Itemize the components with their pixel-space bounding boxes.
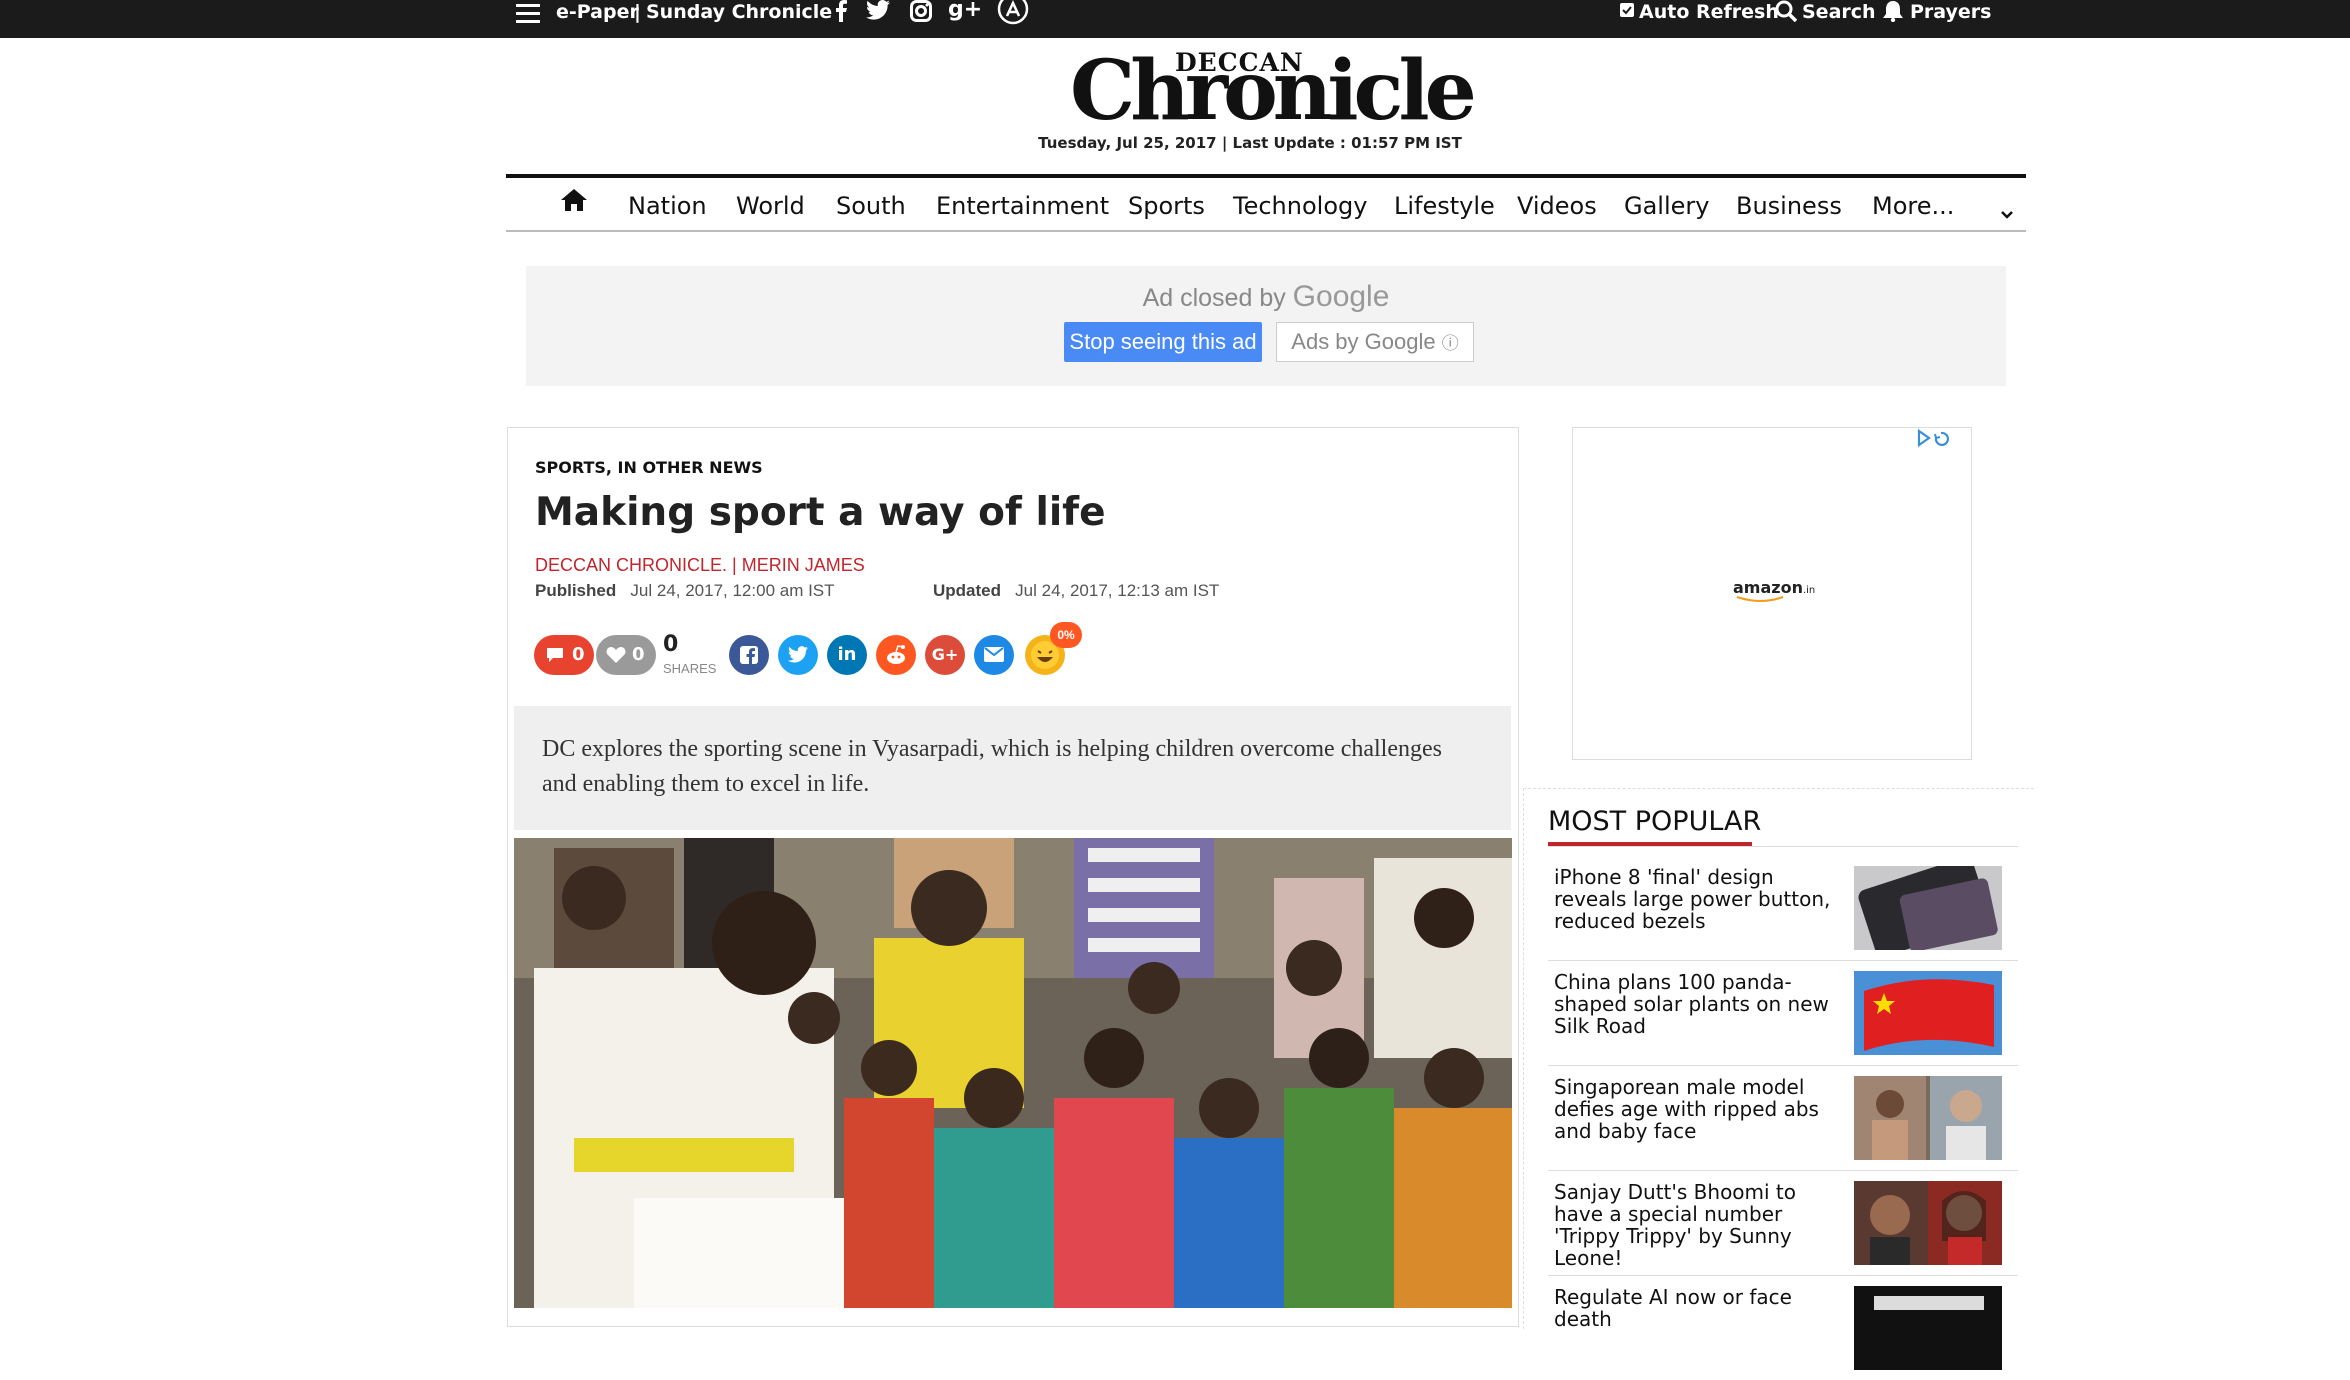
epaper-link[interactable]: e-Paper	[556, 0, 639, 24]
article-photo	[514, 838, 1512, 1308]
article-title: Making sport a way of life	[535, 490, 1106, 535]
facebook-icon	[740, 646, 758, 664]
updated-date: Updated Jul 24, 2017, 12:13 am IST	[933, 581, 1219, 601]
email-icon	[984, 647, 1004, 662]
popular-item-title[interactable]: iPhone 8 'final' design reveals large po…	[1554, 866, 1844, 932]
amazon-logo: amazon.in	[1733, 578, 1816, 602]
facebook-icon[interactable]	[834, 0, 848, 24]
nav-technology[interactable]: Technology	[1233, 192, 1367, 220]
nav-gallery[interactable]: Gallery	[1624, 192, 1709, 220]
popular-item-title[interactable]: Sanjay Dutt's Bhoomi to have a special n…	[1554, 1181, 1844, 1269]
popular-item-title[interactable]: Regulate AI now or face death	[1554, 1286, 1844, 1330]
popular-item-title[interactable]: Singaporean male model defies age with r…	[1554, 1076, 1844, 1142]
published-date: Published Jul 24, 2017, 12:00 am IST	[535, 581, 835, 601]
nav-lifestyle[interactable]: Lifestyle	[1394, 192, 1495, 220]
nav-south[interactable]: South	[836, 192, 906, 220]
popular-item[interactable]: China plans 100 panda-shaped solar plant…	[1548, 961, 2018, 1066]
popular-item-thumbnail[interactable]	[1854, 1076, 2002, 1160]
google-wordmark: Google	[1292, 280, 1390, 313]
published-value: Jul 24, 2017, 12:00 am IST	[630, 581, 835, 600]
article-byline[interactable]: DECCAN CHRONICLE. | MERIN JAMES	[535, 555, 865, 576]
facebook-share-button[interactable]	[729, 635, 769, 675]
nav-videos[interactable]: Videos	[1517, 192, 1597, 220]
separator: |	[634, 1, 641, 23]
google-plus-icon[interactable]: g+	[948, 0, 982, 22]
ad-closed-text: Ad closed by Google	[526, 280, 2006, 314]
article-category[interactable]: SPORTS, IN OTHER NEWS	[535, 458, 763, 477]
nav-nation[interactable]: Nation	[628, 192, 707, 220]
app-store-icon[interactable]	[996, 0, 1030, 25]
popular-item-thumbnail[interactable]	[1854, 866, 2002, 950]
bell-icon[interactable]	[1882, 0, 1904, 24]
sunday-chronicle-link[interactable]: Sunday Chronicle	[646, 0, 832, 24]
comments-count: 0	[572, 644, 585, 665]
prayers-link[interactable]: Prayers	[1910, 0, 1991, 24]
twitter-icon	[788, 646, 808, 663]
main-nav: Nation World South Entertainment Sports …	[506, 174, 2026, 232]
popular-item-thumbnail[interactable]	[1854, 1286, 2002, 1370]
shares-count: 0	[663, 632, 679, 657]
popular-item[interactable]: Regulate AI now or face death	[1548, 1276, 2018, 1380]
likes-count: 0	[632, 644, 645, 665]
chevron-down-icon[interactable]	[2000, 198, 2014, 226]
twitter-icon[interactable]	[866, 0, 890, 24]
nav-business[interactable]: Business	[1736, 192, 1842, 220]
popular-item-thumbnail[interactable]	[1854, 1181, 2002, 1265]
instagram-icon[interactable]	[910, 0, 932, 24]
auto-refresh-checkbox[interactable]	[1620, 3, 1634, 27]
nav-entertainment[interactable]: Entertainment	[936, 192, 1109, 220]
home-icon[interactable]	[560, 188, 588, 218]
ads-by-google-label: Ads by Google	[1291, 329, 1436, 354]
ad-closed-banner: Ad closed by Google Stop seeing this ad …	[526, 266, 2006, 386]
published-label: Published	[535, 581, 617, 600]
adchoices-icon[interactable]	[1915, 428, 1951, 453]
amazon-domain: .in	[1802, 585, 1816, 596]
twitter-share-button[interactable]	[778, 635, 818, 675]
comments-button[interactable]: 0	[534, 635, 594, 675]
nav-world[interactable]: World	[736, 192, 805, 220]
likes-button[interactable]: 0	[596, 635, 656, 675]
popular-item[interactable]: iPhone 8 'final' design reveals large po…	[1548, 856, 2018, 961]
ads-by-google-button[interactable]: Ads by Google ⓘ	[1276, 322, 1474, 362]
search-icon[interactable]	[1775, 0, 1797, 24]
popular-item[interactable]: Sanjay Dutt's Bhoomi to have a special n…	[1548, 1171, 2018, 1276]
comment-icon	[547, 648, 563, 662]
dateline: Tuesday, Jul 25, 2017 | Last Update : 01…	[1038, 134, 1462, 152]
article-summary: DC explores the sporting scene in Vyasar…	[514, 706, 1511, 830]
top-bar: e-Paper | Sunday Chronicle g+ Auto Refre…	[0, 0, 2350, 38]
linkedin-icon: in	[837, 644, 857, 665]
most-popular-title: MOST POPULAR	[1548, 806, 1762, 837]
search-link[interactable]: Search	[1802, 0, 1876, 24]
reddit-share-button[interactable]	[876, 635, 916, 675]
email-share-button[interactable]	[974, 635, 1014, 675]
heart-icon	[606, 647, 626, 663]
most-popular-divider	[1548, 846, 2018, 847]
popular-item[interactable]: Singaporean male model defies age with r…	[1548, 1066, 2018, 1171]
nav-more[interactable]: More...	[1872, 192, 1954, 220]
info-icon: ⓘ	[1441, 334, 1459, 353]
google-plus-share-button[interactable]: G+	[925, 635, 965, 675]
shares-label: SHARES	[663, 661, 717, 676]
reddit-icon	[887, 645, 905, 664]
site-logo[interactable]: DECCAN Chronicle	[1070, 40, 1477, 136]
reaction-badge: 0%	[1050, 622, 1082, 648]
google-plus-icon: G+	[931, 645, 959, 664]
updated-value: Jul 24, 2017, 12:13 am IST	[1015, 581, 1220, 600]
updated-label: Updated	[933, 581, 1001, 600]
menu-icon[interactable]	[516, 2, 540, 26]
auto-refresh-label[interactable]: Auto Refresh	[1639, 0, 1779, 24]
ad-closed-label: Ad closed by	[1142, 284, 1286, 312]
popular-item-title[interactable]: China plans 100 panda-shaped solar plant…	[1554, 971, 1844, 1037]
nav-sports[interactable]: Sports	[1128, 192, 1205, 220]
linkedin-share-button[interactable]: in	[827, 635, 867, 675]
popular-item-thumbnail[interactable]	[1854, 971, 2002, 1055]
summary-text: DC explores the sporting scene in Vyasar…	[542, 736, 1442, 797]
sidebar-ad[interactable]: amazon.in	[1572, 427, 1972, 760]
logo-chronicle: Chronicle	[1070, 43, 1477, 139]
amazon-smile-icon	[1736, 596, 1784, 602]
stop-seeing-ad-button[interactable]: Stop seeing this ad	[1064, 322, 1262, 362]
